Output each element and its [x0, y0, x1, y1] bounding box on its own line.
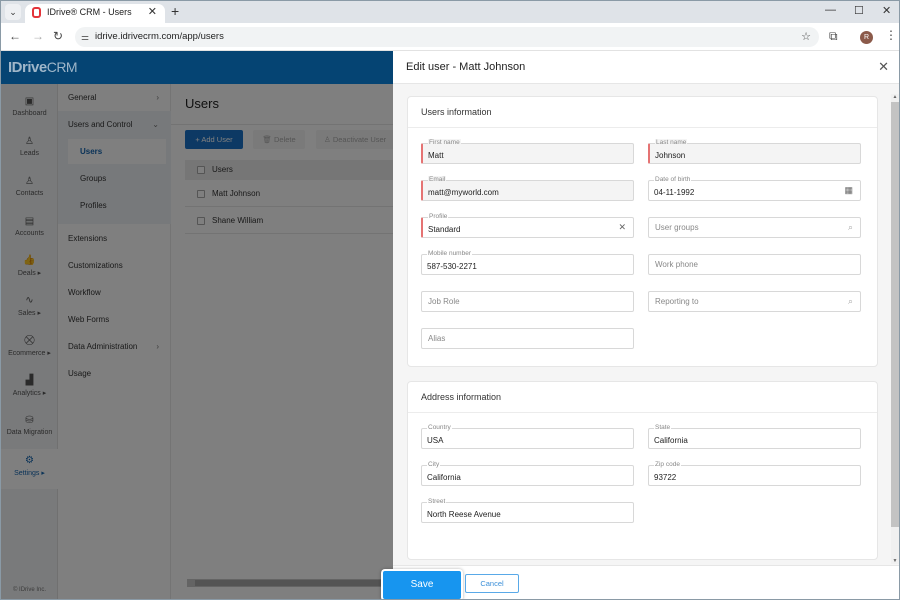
job-role-field[interactable]: Job Role — [421, 291, 634, 312]
cancel-button[interactable]: Cancel — [465, 574, 519, 593]
field-label: Email — [428, 176, 447, 184]
field-label: Zip code — [654, 461, 681, 469]
idrive-crm-logo[interactable]: IDriveCRM — [8, 59, 78, 76]
forward-icon[interactable]: → — [32, 29, 44, 43]
field-value: California — [654, 436, 688, 445]
field-placeholder: Alias — [428, 334, 446, 343]
logo-brand: IDrive — [8, 59, 47, 76]
first-name-field[interactable]: First name Matt — [421, 139, 634, 164]
browser-window: ⌄ IDrive® CRM - Users ✕ + — ☐ ✕ ← → ↻ ⚌ … — [0, 0, 900, 600]
field-placeholder: User groups — [655, 223, 699, 232]
field-value: Johnson — [655, 151, 686, 160]
calendar-icon[interactable]: ▦ — [844, 185, 853, 196]
url-text: idrive.idrivecrm.com/app/users — [95, 31, 224, 42]
scroll-down-arrow-icon[interactable]: ▼ — [891, 558, 899, 564]
extensions-icon[interactable]: ⧉ — [829, 29, 838, 44]
field-label: City — [427, 461, 441, 469]
mobile-number-field[interactable]: Mobile number 587-530-2271 — [421, 250, 634, 275]
field-value: Standard — [428, 225, 461, 234]
field-label: Last name — [655, 139, 688, 147]
reporting-to-field[interactable]: Reporting to ⌕ — [648, 291, 861, 312]
tab-search-button[interactable]: ⌄ — [5, 4, 21, 20]
url-input[interactable]: ⚌ idrive.idrivecrm.com/app/users ☆ — [75, 27, 819, 47]
field-label: Mobile number — [427, 250, 472, 258]
street-field[interactable]: Street North Reese Avenue — [421, 498, 634, 523]
field-label: State — [654, 424, 672, 432]
close-window-button[interactable]: ✕ — [882, 4, 891, 17]
site-settings-icon[interactable]: ⚌ — [81, 27, 89, 47]
field-value: California — [427, 473, 461, 482]
browser-tab[interactable]: IDrive® CRM - Users ✕ — [25, 4, 165, 23]
date-of-birth-field[interactable]: Date of birth 04-11-1992 ▦ — [648, 176, 861, 201]
address-bar-row: ← → ↻ ⚌ idrive.idrivecrm.com/app/users ☆… — [1, 23, 899, 51]
field-value: 587-530-2271 — [427, 262, 477, 271]
field-label: Date of birth — [654, 176, 692, 184]
profile-avatar[interactable]: R — [860, 31, 873, 44]
section-title: Users information — [408, 97, 877, 128]
field-placeholder: Job Role — [428, 297, 460, 306]
clear-icon[interactable]: ✕ — [618, 222, 626, 233]
drawer-title: Edit user - Matt Johnson — [406, 61, 526, 73]
field-label: Profile — [428, 213, 449, 221]
last-name-field[interactable]: Last name Johnson — [648, 139, 861, 164]
users-information-section: Users information First name Matt Last n… — [407, 96, 878, 367]
work-phone-field[interactable]: Work phone — [648, 254, 861, 275]
save-button[interactable]: Save — [383, 571, 461, 599]
state-field[interactable]: State California — [648, 424, 861, 449]
close-tab-icon[interactable]: ✕ — [148, 4, 157, 21]
alias-field[interactable]: Alias — [421, 328, 634, 349]
reload-icon[interactable]: ↻ — [53, 29, 63, 43]
field-value: USA — [427, 436, 444, 445]
minimize-button[interactable]: — — [825, 4, 836, 16]
tab-title: IDrive® CRM - Users — [47, 7, 132, 17]
scroll-up-arrow-icon[interactable]: ▲ — [891, 94, 899, 100]
field-value: North Reese Avenue — [427, 510, 501, 519]
idrive-favicon-icon — [32, 7, 41, 18]
field-placeholder: Work phone — [655, 260, 698, 269]
zip-code-field[interactable]: Zip code 93722 — [648, 461, 861, 486]
field-label: First name — [428, 139, 461, 147]
logo-product: CRM — [46, 59, 78, 75]
tab-bar: ⌄ IDrive® CRM - Users ✕ + — ☐ ✕ — [1, 1, 899, 23]
maximize-button[interactable]: ☐ — [854, 4, 864, 17]
field-label: Street — [427, 498, 447, 506]
section-title: Address information — [408, 382, 877, 413]
field-value: Matt — [428, 151, 444, 160]
field-value: matt@myworld.com — [428, 188, 499, 197]
drawer-header: Edit user - Matt Johnson ✕ — [393, 51, 899, 84]
back-icon[interactable]: ← — [9, 29, 21, 43]
field-label: Country — [427, 424, 452, 432]
close-icon[interactable]: ✕ — [878, 59, 889, 75]
field-placeholder: Reporting to — [655, 297, 699, 306]
drawer-footer: Save Cancel — [383, 565, 899, 599]
vertical-scrollbar[interactable]: ▲ ▼ — [891, 94, 899, 564]
user-groups-field[interactable]: User groups ⌕ — [648, 217, 861, 238]
field-value: 93722 — [654, 473, 677, 482]
bookmark-star-icon[interactable]: ☆ — [801, 27, 811, 47]
profile-select[interactable]: Profile Standard ✕ — [421, 213, 634, 238]
modal-backdrop[interactable] — [1, 84, 393, 599]
search-icon: ⌕ — [847, 222, 853, 232]
field-value: 04-11-1992 — [654, 188, 695, 197]
city-field[interactable]: City California — [421, 461, 634, 486]
email-field[interactable]: Email matt@myworld.com — [421, 176, 634, 201]
new-tab-button[interactable]: + — [171, 3, 179, 19]
country-field[interactable]: Country USA — [421, 424, 634, 449]
address-information-section: Address information Country USA State Ca… — [407, 381, 878, 560]
edit-user-drawer: Edit user - Matt Johnson ✕ Users informa… — [383, 51, 899, 599]
scrollbar-thumb[interactable] — [891, 102, 899, 527]
search-icon: ⌕ — [847, 296, 853, 306]
browser-menu-icon[interactable]: ⋮ — [885, 28, 897, 42]
